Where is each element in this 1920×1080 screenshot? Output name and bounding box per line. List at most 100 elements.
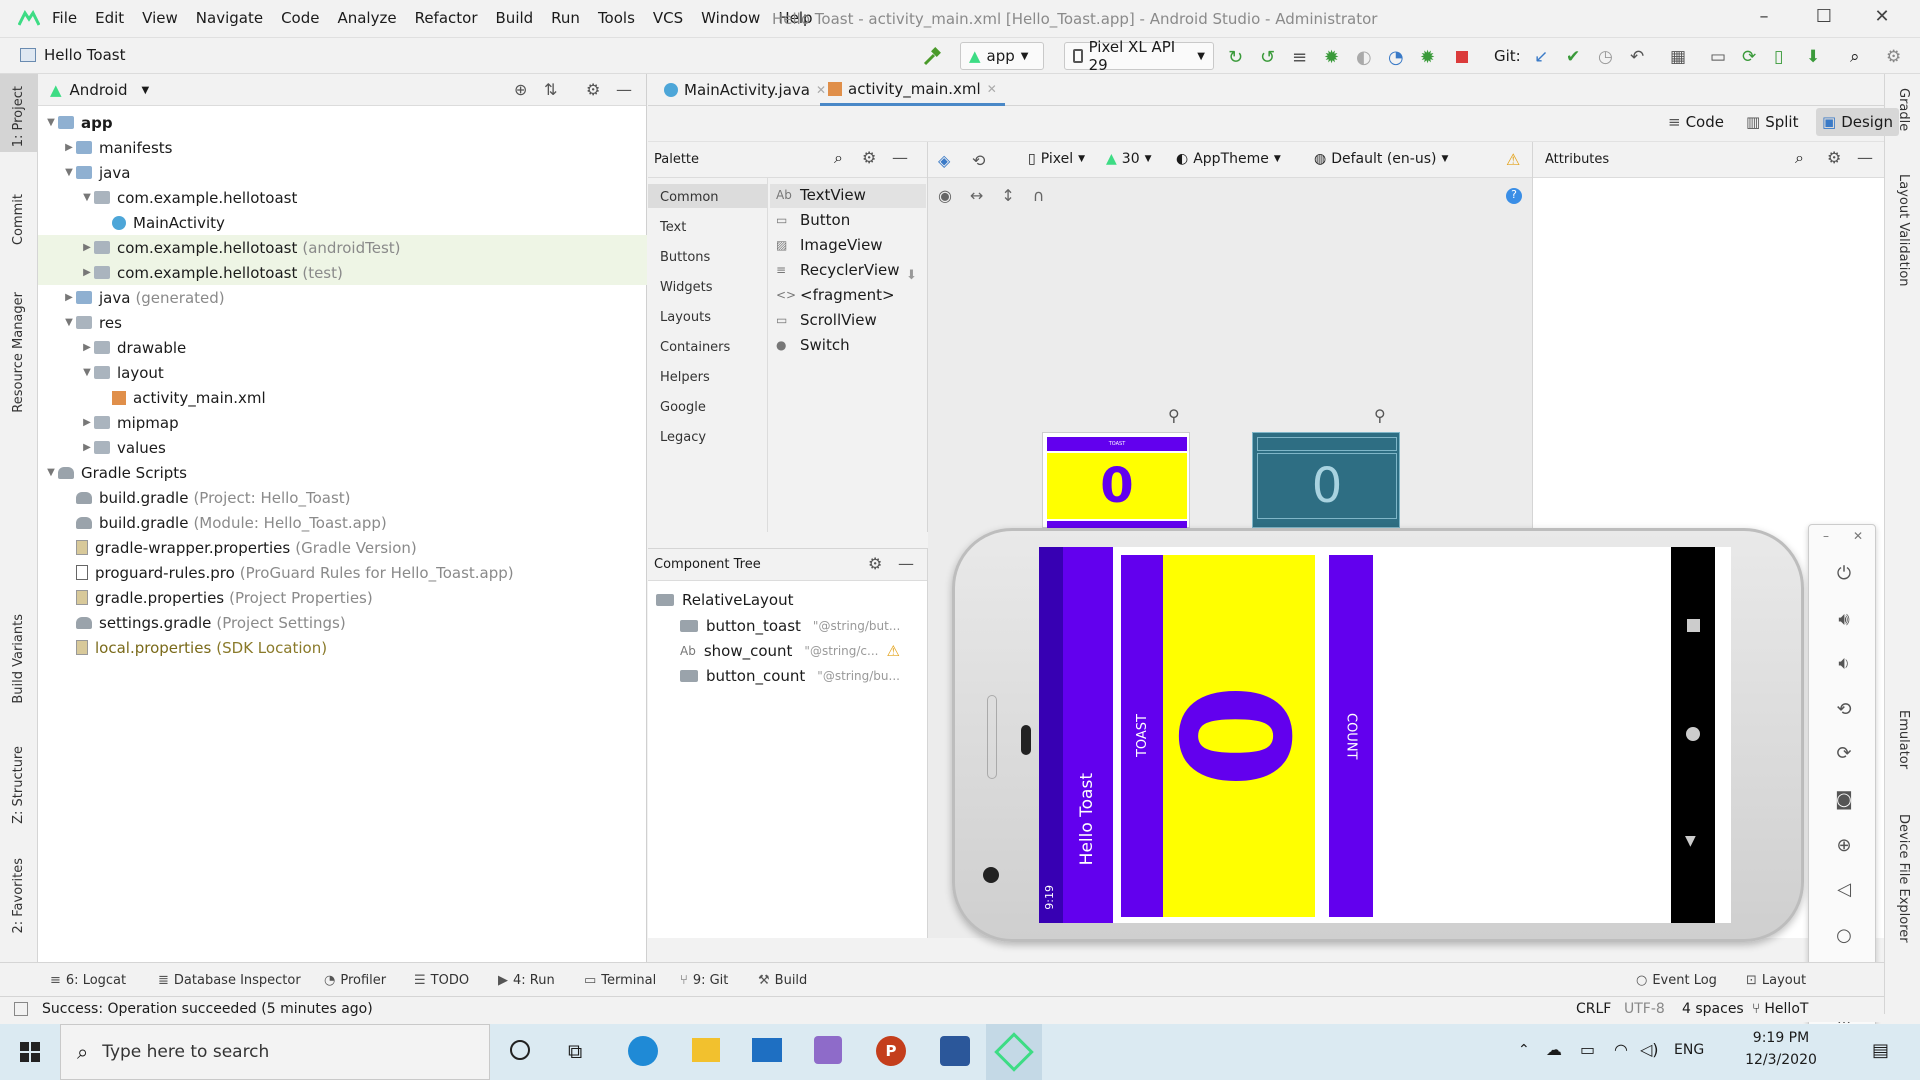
collapsed-arrow-icon[interactable]: ▶	[80, 242, 94, 253]
camera-icon[interactable]: ◙	[1833, 789, 1855, 811]
tab-favorites[interactable]: 2: Favorites	[11, 858, 26, 934]
tab-commit[interactable]: Commit	[11, 194, 26, 245]
eye-icon[interactable]: ◉	[938, 186, 952, 205]
git-rollback-icon[interactable]: ↶	[1630, 47, 1650, 67]
palette-category-helpers[interactable]: Helpers	[660, 370, 710, 385]
tool-window-database-inspector[interactable]: ≣ Database Inspector	[158, 973, 301, 988]
edge-icon[interactable]	[628, 1036, 658, 1066]
expanded-arrow-icon[interactable]: ▼	[62, 317, 76, 328]
home-icon[interactable]: ○	[1833, 925, 1855, 947]
gear-icon[interactable]: ⚙	[586, 80, 600, 99]
device-selector[interactable]: ▯ Pixel ▼	[1028, 151, 1085, 167]
vertical-arrows-icon[interactable]: ↕	[1001, 186, 1014, 205]
palette-category-legacy[interactable]: Legacy	[660, 430, 706, 445]
menu-window[interactable]: Window	[701, 9, 760, 27]
back-icon[interactable]: ◁	[1833, 879, 1855, 901]
warning-icon[interactable]: ⚠	[1506, 150, 1520, 169]
tree-item[interactable]: ▶ drawable	[38, 335, 647, 360]
tree-item[interactable]: proguard-rules.pro (ProGuard Rules for He…	[38, 560, 647, 585]
hide-panel-icon[interactable]: —	[616, 80, 632, 99]
menu-navigate[interactable]: Navigate	[196, 9, 263, 27]
close-icon[interactable]: ✕	[1853, 529, 1863, 543]
magnet-icon[interactable]: ∩	[1033, 186, 1045, 205]
zoom-icon[interactable]: ⊕	[1833, 835, 1855, 857]
tree-item[interactable]: gradle.properties (Project Properties)	[38, 585, 647, 610]
rotate-left-icon[interactable]: ⟲	[1833, 699, 1855, 721]
coverage-icon[interactable]: ◐	[1356, 47, 1376, 68]
tool-window-run[interactable]: ▶ 4: Run	[498, 973, 555, 988]
tree-item[interactable]: ▼ res	[38, 310, 647, 335]
tree-item[interactable]: gradle-wrapper.properties (Gradle Version…	[38, 535, 647, 560]
tab-device-file-explorer[interactable]: Device File Explorer	[1896, 814, 1911, 943]
palette-item[interactable]: ▨ ImageView	[776, 236, 883, 254]
tool-window-terminal[interactable]: ▭ Terminal	[584, 973, 656, 988]
run-config-dropdown[interactable]: ▲ app ▼	[960, 42, 1044, 70]
git-update-icon[interactable]: ↙	[1534, 47, 1554, 67]
paint-icon[interactable]	[814, 1036, 842, 1064]
tab-resource-manager[interactable]: Resource Manager	[11, 292, 26, 413]
maximize-icon[interactable]: ☐	[1810, 6, 1838, 32]
palette-item[interactable]: ≡ RecyclerView	[776, 261, 900, 279]
breadcrumb[interactable]: Hello Toast	[20, 46, 125, 64]
volume-down-icon[interactable]: 🔉︎	[1833, 653, 1855, 675]
powerpoint-icon[interactable]: P	[876, 1036, 906, 1066]
tool-window-event-log[interactable]: ○ Event Log	[1636, 973, 1717, 988]
hide-panel-icon[interactable]: —	[1857, 148, 1873, 167]
device-dropdown[interactable]: Pixel XL API 29 ▼	[1064, 38, 1214, 74]
code-view-button[interactable]: ≡ Code	[1668, 113, 1724, 131]
hammer-icon[interactable]	[922, 47, 942, 67]
collapsed-arrow-icon[interactable]: ▶	[62, 292, 76, 303]
download-icon[interactable]: ⬇	[906, 268, 917, 283]
palette-item[interactable]: ▭ ScrollView	[776, 311, 877, 329]
menu-vcs[interactable]: VCS	[653, 9, 683, 27]
tree-node-button-count[interactable]: button_count "@string/bu...	[680, 667, 900, 685]
tree-item[interactable]: ▼ Gradle Scripts	[38, 460, 647, 485]
rotate-right-icon[interactable]: ⟳	[1833, 743, 1855, 765]
apply-changes-icon[interactable]: ↻	[1228, 47, 1248, 68]
palette-item[interactable]: <> <fragment>	[776, 286, 895, 304]
emulator-screen[interactable]: 9:19 Hello Toast TOAST 0 COUNT ▼	[1039, 547, 1731, 923]
help-icon[interactable]: ?	[1506, 188, 1522, 204]
recents-icon[interactable]	[1687, 619, 1700, 632]
tree-node-show-count[interactable]: Ab show_count "@string/c... ⚠	[680, 642, 900, 660]
device-manager-icon[interactable]: ▭	[1710, 47, 1730, 67]
collapsed-arrow-icon[interactable]: ▶	[80, 417, 94, 428]
tree-item[interactable]: ▶ values	[38, 435, 647, 460]
gear-icon[interactable]: ⚙	[868, 554, 882, 573]
collapsed-arrow-icon[interactable]: ▶	[80, 442, 94, 453]
palette-category-buttons[interactable]: Buttons	[660, 250, 710, 265]
tree-item[interactable]: ▶ java (generated)	[38, 285, 647, 310]
palette-item[interactable]: ● Switch	[776, 336, 850, 354]
expanded-arrow-icon[interactable]: ▼	[44, 117, 58, 128]
tab-layout-validation[interactable]: Layout Validation	[1896, 174, 1911, 287]
taskbar-time[interactable]: 9:19 PM	[1736, 1030, 1826, 1046]
palette-item[interactable]: Ab TextView	[776, 186, 866, 204]
tool-window-git[interactable]: ⑂ 9: Git	[680, 973, 728, 988]
tool-window-logcat[interactable]: ≡ 6: Logcat	[50, 973, 126, 988]
search-everywhere-icon[interactable]: ⌕	[1850, 47, 1870, 67]
count-button[interactable]: COUNT	[1329, 555, 1373, 917]
avd-manager-icon[interactable]: ▯	[1774, 47, 1794, 67]
tree-item[interactable]: MainActivity	[38, 210, 647, 235]
tree-item[interactable]: ▼ java	[38, 160, 647, 185]
collapsed-arrow-icon[interactable]: ▶	[80, 342, 94, 353]
volume-icon[interactable]: ◁)	[1640, 1040, 1659, 1059]
menu-view[interactable]: View	[142, 9, 178, 27]
palette-category-containers[interactable]: Containers	[660, 340, 730, 355]
git-history-icon[interactable]: ◷	[1598, 47, 1618, 67]
tab-activity-main[interactable]: activity_main.xml ✕	[820, 74, 1005, 106]
tree-item[interactable]: build.gradle (Project: Hello_Toast)	[38, 485, 647, 510]
battery-icon[interactable]: ▭	[1580, 1040, 1595, 1059]
stop-icon[interactable]	[1452, 47, 1472, 67]
tab-build-variants[interactable]: Build Variants	[11, 614, 26, 704]
file-explorer-icon[interactable]	[692, 1038, 720, 1062]
apply-code-changes-icon[interactable]: ↺	[1260, 47, 1280, 68]
status-message[interactable]: Success: Operation succeeded (5 minutes …	[42, 1001, 373, 1017]
palette-category-layouts[interactable]: Layouts	[660, 310, 711, 325]
menu-run[interactable]: Run	[551, 9, 580, 27]
tree-item[interactable]: ▼ layout	[38, 360, 647, 385]
menu-file[interactable]: File	[52, 9, 77, 27]
tree-item[interactable]: build.gradle (Module: Hello_Toast.app)	[38, 510, 647, 535]
hide-panel-icon[interactable]: —	[892, 148, 908, 167]
sync-gradle-icon[interactable]: ⟳	[1742, 47, 1762, 67]
